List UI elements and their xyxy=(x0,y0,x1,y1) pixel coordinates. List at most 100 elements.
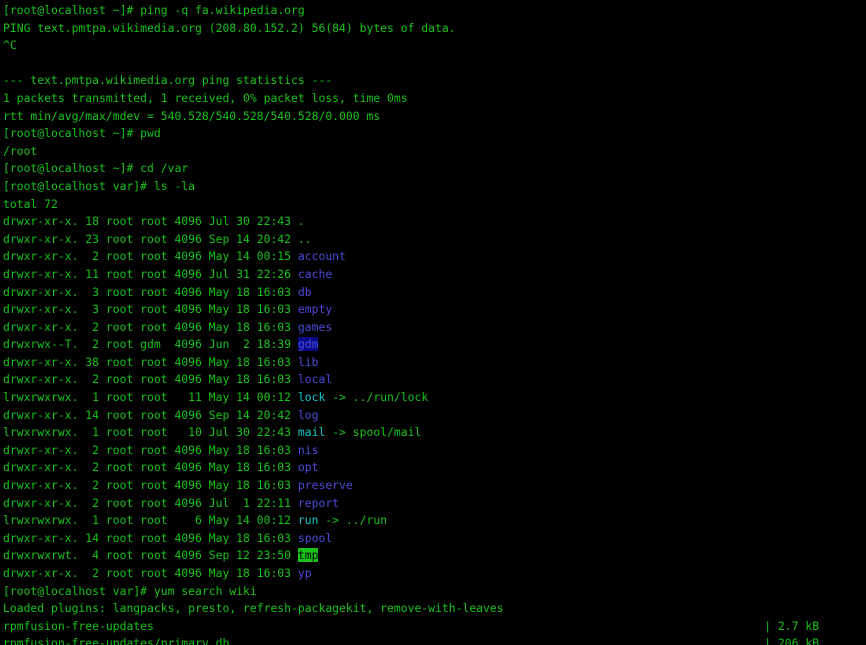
shell-prompt: [root@localhost ~]# xyxy=(3,3,134,17)
shell-command[interactable]: yum search wiki xyxy=(147,584,257,598)
file-name[interactable]: lib xyxy=(298,355,319,369)
table-row: drwxr-xr-x. 14 root root 4096 Sep 14 20:… xyxy=(3,407,863,425)
file-name[interactable]: tmp xyxy=(297,548,319,563)
file-name[interactable]: gdm xyxy=(297,337,319,352)
ping-rtt-line: rtt min/avg/max/mdev = 540.528/540.528/5… xyxy=(3,108,863,126)
command-line-cd[interactable]: [root@localhost ~]# cd /var xyxy=(3,160,863,178)
file-name[interactable]: db xyxy=(298,285,312,299)
table-row: drwxr-xr-x. 2 root root 4096 May 18 16:0… xyxy=(3,459,863,477)
command-line-yum[interactable]: [root@localhost var]# yum search wiki xyxy=(3,583,863,601)
table-row: drwxr-xr-x. 3 root root 4096 May 18 16:0… xyxy=(3,301,863,319)
file-metadata: drwxr-xr-x. 2 root root 4096 May 18 16:0… xyxy=(3,442,298,457)
file-metadata: drwxr-xr-x. 14 root root 4096 May 18 16:… xyxy=(3,530,298,545)
file-metadata: drwxr-xr-x. 11 root root 4096 Jul 31 22:… xyxy=(3,266,298,281)
table-row: drwxr-xr-x. 18 root root 4096 Jul 30 22:… xyxy=(3,213,863,231)
file-name[interactable]: opt xyxy=(298,460,319,474)
file-metadata: drwxr-xr-x. 14 root root 4096 Sep 14 20:… xyxy=(3,407,298,422)
file-name[interactable]: games xyxy=(298,320,332,334)
file-metadata: drwxr-xr-x. 2 root root 4096 May 14 00:1… xyxy=(3,249,298,264)
file-name[interactable]: mail xyxy=(298,425,325,439)
table-row: drwxr-xr-x. 2 root root 4096 May 18 16:0… xyxy=(3,477,863,495)
pwd-output: /root xyxy=(3,143,863,161)
command-line-ls[interactable]: [root@localhost var]# ls -la xyxy=(3,178,863,196)
file-name[interactable]: empty xyxy=(298,302,332,316)
file-name[interactable]: .. xyxy=(298,232,312,246)
symlink-target: -> spool/mail xyxy=(325,425,422,440)
ping-header: PING text.pmtpa.wikimedia.org (208.80.15… xyxy=(3,20,863,38)
file-name[interactable]: preserve xyxy=(298,478,353,492)
file-metadata: lrwxrwxrwx. 1 root root 6 May 14 00:12 xyxy=(3,513,298,528)
file-metadata: drwxr-xr-x. 23 root root 4096 Sep 14 20:… xyxy=(3,231,298,246)
file-name[interactable]: cache xyxy=(298,267,332,281)
file-metadata: drwxr-xr-x. 3 root root 4096 May 18 16:0… xyxy=(3,284,298,299)
shell-prompt: [root@localhost ~]# xyxy=(3,161,134,176)
table-row: lrwxrwxrwx. 1 root root 6 May 14 00:12 r… xyxy=(3,512,863,530)
file-metadata: lrwxrwxrwx. 1 root root 11 May 14 00:12 xyxy=(3,390,298,405)
repo-line-text: rpmfusion-free-updates | 2.7 kB 00:00 xyxy=(3,618,866,633)
ping-interrupt-text: ^C xyxy=(3,38,17,53)
ls-total-text: total 72 xyxy=(3,196,58,211)
yum-plugins-line-text: Loaded plugins: langpacks, presto, refre… xyxy=(3,601,504,616)
ping-stats-line: 1 packets transmitted, 1 received, 0% pa… xyxy=(3,90,863,108)
ping-rtt-line-text: rtt min/avg/max/mdev = 540.528/540.528/5… xyxy=(3,108,381,123)
file-metadata: drwxr-xr-x. 38 root root 4096 May 18 16:… xyxy=(3,354,298,369)
shell-command[interactable]: ping -q fa.wikipedia.org xyxy=(133,3,305,17)
table-row: drwxrwx--T. 2 root gdm 4096 Jun 2 18:39 … xyxy=(3,336,863,354)
shell-prompt: [root@localhost ~]# xyxy=(3,126,134,141)
file-name[interactable]: local xyxy=(298,372,332,386)
file-name[interactable]: . xyxy=(298,214,305,228)
file-name[interactable]: account xyxy=(298,249,346,263)
table-row: drwxr-xr-x. 11 root root 4096 Jul 31 22:… xyxy=(3,266,863,284)
symlink-target: -> ../run/lock xyxy=(325,390,429,405)
repo-row: rpmfusion-free-updates/primary_db | 206 … xyxy=(3,635,863,645)
ping-blank xyxy=(3,55,863,73)
ping-interrupt: ^C xyxy=(3,37,863,55)
terminal-window[interactable]: [root@localhost ~]# ping -q fa.wikipedia… xyxy=(0,0,866,645)
table-row: lrwxrwxrwx. 1 root root 11 May 14 00:12 … xyxy=(3,389,863,407)
repo-row: rpmfusion-free-updates | 2.7 kB 00:00 xyxy=(3,618,863,636)
table-row: drwxrwxrwt. 4 root root 4096 Sep 12 23:5… xyxy=(3,547,863,565)
yum-plugins-line: Loaded plugins: langpacks, presto, refre… xyxy=(3,600,863,618)
file-metadata: drwxr-xr-x. 2 root root 4096 May 18 16:0… xyxy=(3,460,298,475)
ping-stats-title-text: --- text.pmtpa.wikimedia.org ping statis… xyxy=(3,73,333,88)
file-metadata: lrwxrwxrwx. 1 root root 10 Jul 30 22:43 xyxy=(3,425,298,440)
file-name[interactable]: report xyxy=(298,496,339,510)
file-metadata: drwxrwxrwt. 4 root root 4096 Sep 12 23:5… xyxy=(3,548,298,563)
file-metadata: drwxr-xr-x. 2 root root 4096 May 18 16:0… xyxy=(3,478,298,493)
file-name[interactable]: log xyxy=(298,408,319,422)
ls-total: total 72 xyxy=(3,196,863,214)
table-row: drwxr-xr-x. 14 root root 4096 May 18 16:… xyxy=(3,530,863,548)
shell-prompt: [root@localhost var]# xyxy=(3,178,148,193)
file-name[interactable]: spool xyxy=(298,531,332,545)
file-metadata: drwxr-xr-x. 2 root root 4096 May 18 16:0… xyxy=(3,566,298,580)
ping-stats-title: --- text.pmtpa.wikimedia.org ping statis… xyxy=(3,72,863,90)
file-name[interactable]: nis xyxy=(298,443,319,457)
shell-command[interactable]: pwd xyxy=(133,126,161,140)
table-row: drwxr-xr-x. 2 root root 4096 May 18 16:0… xyxy=(3,442,863,460)
file-metadata: drwxr-xr-x. 2 root root 4096 May 18 16:0… xyxy=(3,319,298,334)
ping-stats-line-text: 1 packets transmitted, 1 received, 0% pa… xyxy=(3,90,408,105)
file-name[interactable]: yp xyxy=(298,566,312,580)
pwd-output-text: /root xyxy=(3,143,38,158)
table-row: drwxr-xr-x. 2 root root 4096 Jul 1 22:11… xyxy=(3,495,863,513)
table-row: lrwxrwxrwx. 1 root root 10 Jul 30 22:43 … xyxy=(3,424,863,442)
file-name[interactable]: run xyxy=(298,513,319,527)
file-metadata: drwxr-xr-x. 2 root root 4096 Jul 1 22:11 xyxy=(3,495,298,510)
file-name[interactable]: lock xyxy=(298,390,325,404)
file-metadata: drwxrwx--T. 2 root gdm 4096 Jun 2 18:39 xyxy=(3,337,298,352)
symlink-target: -> ../run xyxy=(318,513,388,528)
table-row: drwxr-xr-x. 2 root root 4096 May 18 16:0… xyxy=(3,319,863,337)
table-row: drwxr-xr-x. 2 root root 4096 May 14 00:1… xyxy=(3,248,863,266)
repo-line-text: rpmfusion-free-updates/primary_db | 206 … xyxy=(3,636,866,645)
file-metadata: drwxr-xr-x. 18 root root 4096 Jul 30 22:… xyxy=(3,214,298,229)
file-metadata: drwxr-xr-x. 2 root root 4096 May 18 16:0… xyxy=(3,372,298,387)
file-metadata: drwxr-xr-x. 3 root root 4096 May 18 16:0… xyxy=(3,302,298,317)
ping-header-text: PING text.pmtpa.wikimedia.org (208.80.15… xyxy=(3,20,456,35)
table-row: drwxr-xr-x. 38 root root 4096 May 18 16:… xyxy=(3,354,863,372)
shell-command[interactable]: ls -la xyxy=(147,179,195,193)
shell-command[interactable]: cd /var xyxy=(133,161,188,175)
command-line-pwd[interactable]: [root@localhost ~]# pwd xyxy=(3,125,863,143)
terminal-screen[interactable]: [root@localhost ~]# ping -q fa.wikipedia… xyxy=(3,2,863,645)
table-row: drwxr-xr-x. 23 root root 4096 Sep 14 20:… xyxy=(3,231,863,249)
command-line-ping[interactable]: [root@localhost ~]# ping -q fa.wikipedia… xyxy=(3,2,863,20)
